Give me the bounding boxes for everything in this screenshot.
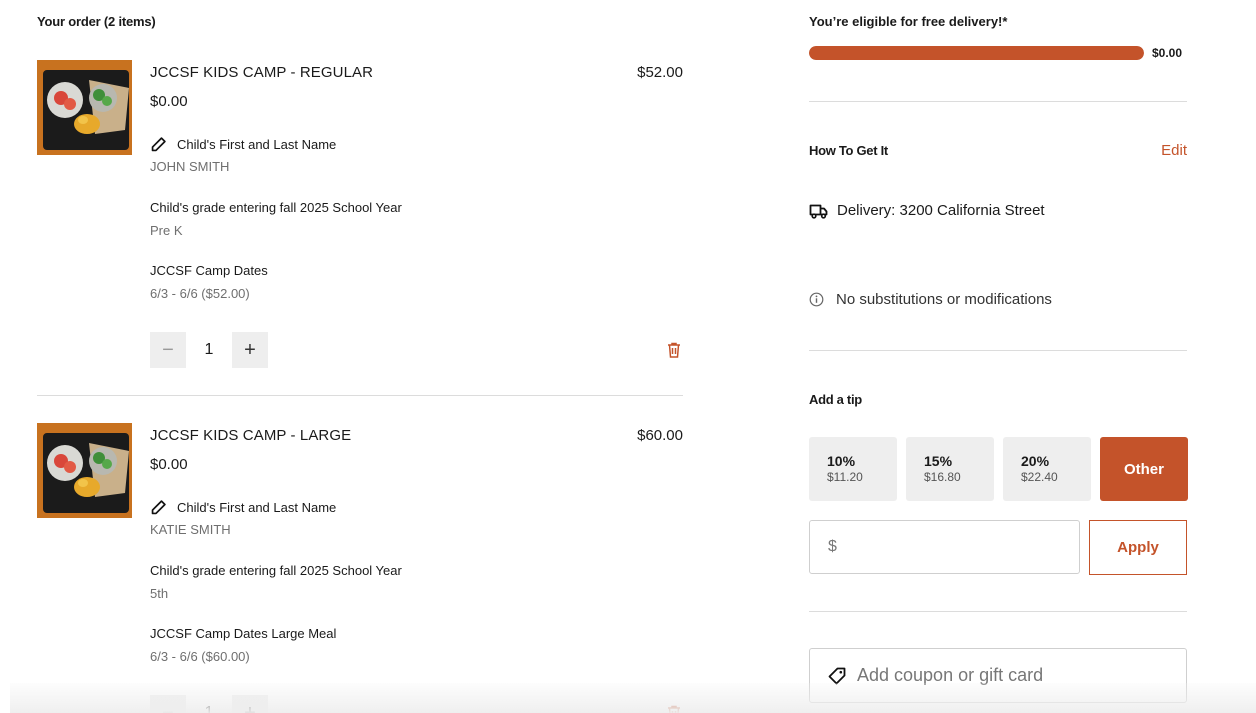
- option-value: 6/3 - 6/6 ($60.00): [150, 649, 250, 664]
- custom-tip-input[interactable]: [842, 538, 1043, 556]
- option-value: 5th: [150, 586, 169, 601]
- edit-options-link[interactable]: Child's First and Last Name: [150, 499, 336, 516]
- info-icon: [809, 292, 824, 307]
- tip-amount: $11.20: [827, 470, 863, 484]
- option-label: Child's grade entering fall 2025 School …: [150, 200, 402, 215]
- substitution-note: No substitutions or modifications: [809, 291, 1052, 308]
- product-image[interactable]: [37, 60, 132, 155]
- quantity-stepper: − 1 +: [150, 332, 268, 368]
- item-total-price: $52.00: [637, 64, 683, 81]
- note-text: No substitutions or modifications: [836, 291, 1052, 308]
- option-label: Child's grade entering fall 2025 School …: [150, 563, 402, 578]
- pencil-icon: [151, 137, 166, 152]
- trash-icon[interactable]: [667, 342, 681, 358]
- option-label: Child's First and Last Name: [177, 500, 337, 515]
- order-title: Your order (2 items): [37, 14, 156, 29]
- cart-item: JCCSF KIDS CAMP - LARGE $0.00 $60.00 Chi…: [37, 423, 683, 713]
- option-value: KATIE SMITH: [150, 522, 231, 537]
- tip-option-other[interactable]: Other: [1100, 437, 1188, 501]
- pencil-icon: [151, 500, 166, 515]
- option-label: JCCSF Camp Dates Large Meal: [150, 626, 337, 641]
- progress-amount: $0.00: [1152, 46, 1183, 60]
- item-divider: [37, 395, 683, 396]
- quantity-value: 1: [204, 341, 214, 358]
- cart-item: JCCSF KIDS CAMP - REGULAR $0.00 $52.00 C…: [37, 60, 683, 380]
- tip-option-20[interactable]: 20% $22.40: [1003, 437, 1091, 501]
- tip-amount: $16.80: [924, 470, 961, 484]
- bottom-scroll-fade: [10, 683, 1256, 713]
- progress-fill: [809, 46, 1144, 60]
- tip-title: Add a tip: [809, 392, 862, 407]
- delivery-text: Delivery: 3200 California Street: [837, 202, 1045, 219]
- apply-tip-button[interactable]: Apply: [1089, 520, 1187, 575]
- free-delivery-title: You’re eligible for free delivery!*: [809, 14, 1008, 29]
- section-divider: [809, 611, 1187, 612]
- item-name[interactable]: JCCSF KIDS CAMP - REGULAR: [150, 64, 373, 81]
- edit-fulfillment-link[interactable]: Edit: [1161, 142, 1187, 159]
- truck-icon: [809, 204, 828, 219]
- item-name[interactable]: JCCSF KIDS CAMP - LARGE: [150, 427, 351, 444]
- option-value: JOHN SMITH: [150, 159, 230, 174]
- tip-amount: $22.40: [1021, 470, 1058, 484]
- decrease-quantity-button[interactable]: −: [150, 332, 186, 368]
- section-divider: [809, 350, 1187, 351]
- option-label: Child's First and Last Name: [177, 137, 337, 152]
- option-value: 6/3 - 6/6 ($52.00): [150, 286, 250, 301]
- tag-icon: [828, 667, 846, 684]
- currency-symbol: $: [828, 538, 837, 555]
- edit-options-link[interactable]: Child's First and Last Name: [150, 136, 336, 153]
- tip-option-10[interactable]: 10% $11.20: [809, 437, 897, 501]
- tip-percent: 20%: [1021, 453, 1050, 469]
- item-total-price: $60.00: [637, 427, 683, 444]
- item-unit-price: $0.00: [150, 456, 188, 473]
- tip-options: 10% $11.20 15% $16.80 20% $22.40 Other: [809, 437, 1188, 501]
- increase-quantity-button[interactable]: +: [232, 332, 268, 368]
- free-delivery-progress-bar: [809, 46, 1144, 60]
- option-label: JCCSF Camp Dates: [150, 263, 268, 278]
- tip-percent: 15%: [924, 453, 953, 469]
- how-to-get-it-title: How To Get It: [809, 143, 888, 158]
- tip-percent: 10%: [827, 453, 856, 469]
- delivery-address: Delivery: 3200 California Street: [809, 202, 1045, 219]
- product-image[interactable]: [37, 423, 132, 518]
- item-unit-price: $0.00: [150, 93, 188, 110]
- option-value: Pre K: [150, 223, 183, 238]
- tip-option-15[interactable]: 15% $16.80: [906, 437, 994, 501]
- section-divider: [809, 101, 1187, 102]
- custom-tip-field[interactable]: $: [809, 520, 1080, 574]
